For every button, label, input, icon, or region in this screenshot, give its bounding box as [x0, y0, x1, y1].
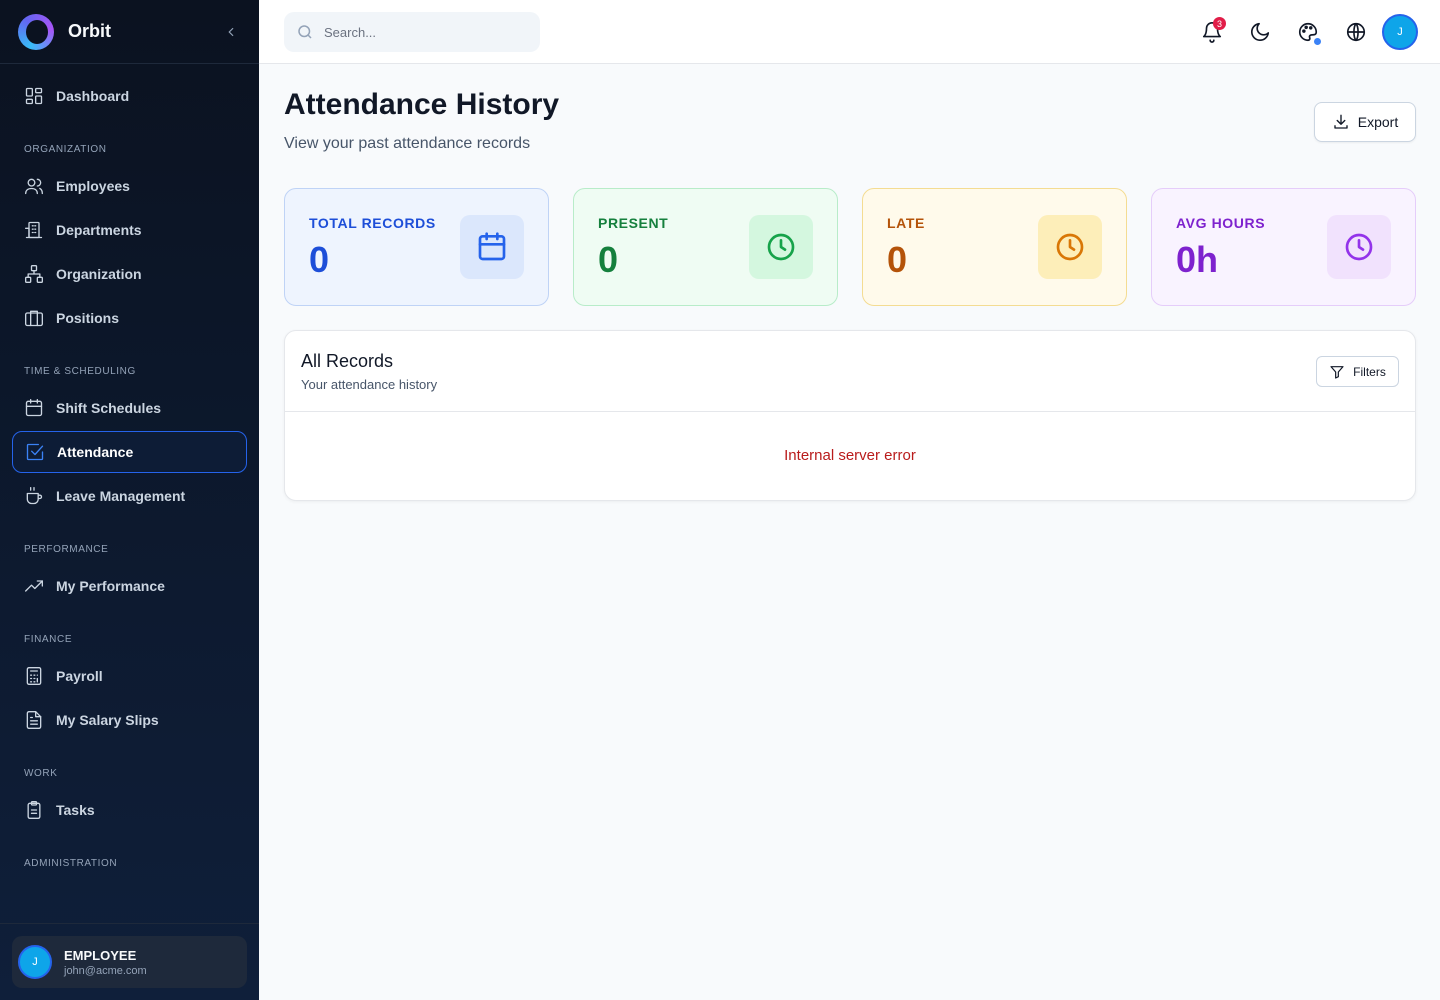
stat-icon-box: [1038, 215, 1102, 279]
dashboard-icon: [25, 87, 43, 105]
palette-button[interactable]: [1292, 16, 1324, 48]
sidebar-item-positions[interactable]: Positions: [12, 297, 247, 339]
sidebar-item-label: My Salary Slips: [56, 712, 159, 728]
coffee-icon: [26, 487, 43, 505]
brand-name: Orbit: [68, 21, 111, 41]
sidebar-nav: Dashboard ORGANIZATION Employees Departm…: [0, 64, 259, 873]
records-title: All Records: [301, 351, 394, 371]
clock-icon: [1056, 233, 1084, 261]
records-card: All Records Your attendance history Filt…: [284, 330, 1416, 501]
collapse-sidebar-button[interactable]: [221, 22, 241, 42]
section-label-organization: ORGANIZATION: [24, 143, 107, 155]
clipboard-icon: [27, 801, 41, 819]
notifications-button[interactable]: 3: [1196, 16, 1228, 48]
sidebar-item-leave-management[interactable]: Leave Management: [12, 475, 247, 517]
sidebar-item-shift-schedules[interactable]: Shift Schedules: [12, 387, 247, 429]
user-email: john@acme.com: [64, 964, 147, 977]
section-label-performance: PERFORMANCE: [24, 543, 109, 555]
sidebar-item-dashboard[interactable]: Dashboard: [12, 75, 247, 117]
sidebar-item-payroll[interactable]: Payroll: [12, 655, 247, 697]
stat-icon-box: [749, 215, 813, 279]
sidebar-item-departments[interactable]: Departments: [12, 209, 247, 251]
sidebar-item-label: Dashboard: [56, 88, 130, 104]
check-square-icon: [26, 443, 44, 461]
network-icon: [25, 265, 43, 283]
section-label-time: TIME & SCHEDULING: [24, 365, 136, 377]
user-role: EMPLOYEE: [64, 947, 137, 963]
stat-icon-box: [460, 215, 524, 279]
sidebar: Orbit Dashboard ORGANIZATION Employees D…: [0, 0, 259, 1000]
header-avatar[interactable]: J: [1382, 14, 1418, 50]
filters-button[interactable]: Filters: [1316, 356, 1399, 387]
sidebar-item-tasks[interactable]: Tasks: [12, 789, 247, 831]
sidebar-item-label: Employees: [56, 178, 130, 194]
download-icon: [1334, 114, 1348, 129]
sidebar-item-organization[interactable]: Organization: [12, 253, 247, 295]
palette-indicator-dot: [1314, 38, 1321, 45]
globe-icon: [1346, 22, 1366, 42]
stat-card-late: LATE 0: [862, 188, 1127, 306]
stat-icon-box: [1327, 215, 1391, 279]
section-label-finance: FINANCE: [24, 633, 73, 645]
page-subtitle: View your past attendance records: [284, 135, 531, 152]
stat-card-total-records: TOTAL RECORDS 0: [284, 188, 549, 306]
chevron-left-icon: [228, 27, 234, 36]
trending-up-icon: [25, 580, 43, 592]
sidebar-item-label: Positions: [56, 310, 120, 326]
filter-icon: [1330, 365, 1344, 379]
sidebar-item-label: My Performance: [56, 578, 165, 594]
language-button[interactable]: [1340, 16, 1372, 48]
records-header: All Records Your attendance history Filt…: [285, 331, 1415, 412]
section-label-work: WORK: [24, 767, 58, 779]
sidebar-item-label: Leave Management: [56, 488, 186, 504]
sidebar-item-label: Shift Schedules: [56, 400, 162, 416]
sidebar-item-label: Payroll: [56, 668, 103, 684]
sidebar-item-employees[interactable]: Employees: [12, 165, 247, 207]
sidebar-item-label: Tasks: [56, 802, 95, 818]
users-icon: [25, 178, 43, 195]
page-title: Attendance History: [284, 88, 560, 121]
calendar-icon: [478, 232, 506, 261]
search-input[interactable]: [324, 24, 524, 40]
stat-card-present: PRESENT 0: [573, 188, 838, 306]
search-icon: [298, 25, 312, 39]
orbit-logo-icon: [18, 13, 54, 50]
brand: Orbit: [0, 0, 259, 64]
sidebar-item-my-performance[interactable]: My Performance: [12, 565, 247, 607]
search-box[interactable]: [284, 12, 540, 52]
building-icon: [25, 221, 43, 239]
filters-label: Filters: [1353, 364, 1386, 379]
sidebar-item-attendance[interactable]: Attendance: [12, 431, 247, 473]
moon-icon: [1250, 22, 1270, 42]
clock-icon: [1345, 233, 1373, 261]
clock-icon: [767, 233, 795, 261]
calculator-icon: [26, 667, 42, 685]
avatar: J: [18, 945, 52, 979]
section-label-administration: ADMINISTRATION: [24, 857, 118, 869]
error-message: Internal server error: [784, 447, 916, 464]
theme-toggle-button[interactable]: [1244, 16, 1276, 48]
stat-card-avg-hours: AVG HOURS 0h: [1151, 188, 1416, 306]
export-button[interactable]: Export: [1314, 102, 1416, 142]
export-label: Export: [1357, 114, 1399, 130]
records-subtitle: Your attendance history: [301, 377, 438, 392]
user-profile[interactable]: J EMPLOYEE john@acme.com: [12, 936, 247, 988]
sidebar-item-label: Organization: [56, 266, 142, 282]
sidebar-item-label: Attendance: [57, 444, 134, 460]
sidebar-item-salary-slips[interactable]: My Salary Slips: [12, 699, 247, 741]
briefcase-icon: [25, 310, 43, 327]
calendar-icon: [25, 399, 43, 417]
sidebar-divider: [0, 923, 259, 924]
topbar: 3 J: [259, 0, 1440, 64]
sidebar-item-label: Departments: [56, 222, 142, 238]
notification-badge: 3: [1213, 17, 1226, 30]
file-text-icon: [26, 711, 42, 729]
